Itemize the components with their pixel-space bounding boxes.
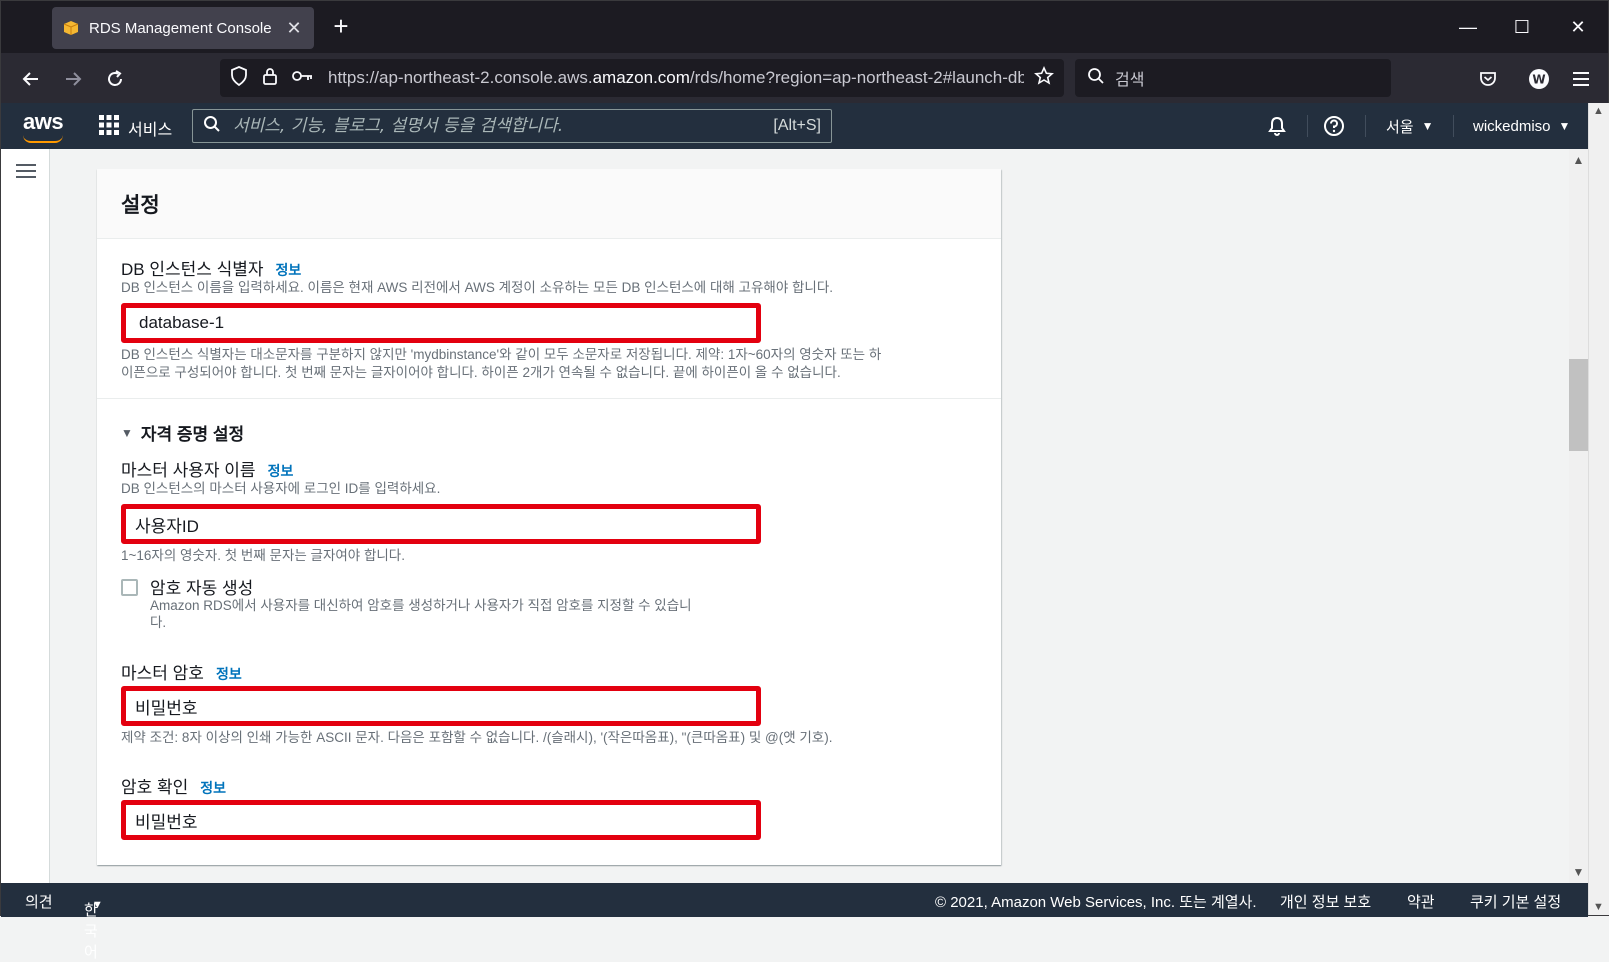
svg-text:W: W [1532, 73, 1545, 87]
region-label: 서울 [1386, 118, 1414, 136]
console-footer: 의견 한국어 ▼ © 2021, Amazon Web Services, Inc… [1, 883, 1588, 961]
forward-arrow-icon[interactable] [57, 63, 89, 95]
page-scroll-down-icon[interactable]: ▼ [1593, 901, 1604, 913]
new-tab-icon[interactable]: + [327, 13, 355, 41]
aws-search-box[interactable]: [Alt+S] [192, 109, 832, 143]
browser-search-bar[interactable]: 검색 [1075, 59, 1391, 97]
scroll-down-icon[interactable]: ▼ [1569, 865, 1588, 881]
tab-title: RDS Management Console [89, 19, 272, 37]
settings-panel: 설정 DB 인스턴스 식별자 정보 DB 인스턴스 이름을 입력하세요. 이름은 … [97, 169, 1001, 865]
db-identifier-value: database-1 [139, 313, 225, 332]
lock-icon[interactable] [262, 66, 278, 91]
content-scrollbar-thumb[interactable] [1569, 359, 1588, 451]
maximize-icon[interactable]: ☐ [1499, 11, 1545, 43]
terms-link[interactable]: 약관 [1407, 891, 1435, 912]
browser-tab[interactable]: RDS Management Console ✕ [52, 7, 314, 49]
db-identifier-hint-1: DB 인스턴스 식별자는 대소문자를 구분하지 않지만 'mydbinstanc… [121, 347, 882, 362]
privacy-link[interactable]: 개인 정보 보호 [1280, 891, 1371, 912]
grid-icon [99, 115, 119, 140]
search-icon [203, 115, 221, 138]
aws-logo[interactable]: aws [23, 109, 64, 143]
master-password-input[interactable]: 비밀번호 [121, 686, 761, 726]
aws-console-header: aws 서비스 [Alt+S] 서울 ▼ wickedmiso ▼ [1, 103, 1588, 149]
db-identifier-description: DB 인스턴스 이름을 입력하세요. 이름은 현재 AWS 리전에서 AWS 계… [121, 280, 833, 295]
master-password-label: 마스터 암호 정보 [121, 664, 242, 683]
info-link[interactable]: 정보 [200, 780, 226, 796]
confirm-password-label: 암호 확인 정보 [121, 778, 227, 797]
auto-password-checkbox[interactable] [121, 579, 138, 596]
search-icon [1087, 67, 1105, 90]
close-tab-icon[interactable]: ✕ [284, 18, 304, 39]
master-username-label: 마스터 사용자 이름 정보 [121, 461, 294, 480]
menu-icon[interactable] [1565, 63, 1597, 95]
db-identifier-label: DB 인스턴스 식별자 정보 [121, 260, 302, 279]
panel-title: 설정 [121, 194, 160, 217]
browser-search-placeholder: 검색 [1115, 72, 1145, 89]
side-nav-rail [1, 149, 50, 883]
reload-icon[interactable] [99, 63, 131, 95]
credentials-section-toggle[interactable]: ▼ 자격 증명 설정 [121, 420, 244, 445]
shield-icon[interactable] [230, 65, 248, 91]
minimize-icon[interactable]: — [1445, 11, 1491, 43]
key-icon[interactable] [292, 69, 314, 88]
info-link[interactable]: 정보 [216, 666, 242, 682]
services-label: 서비스 [128, 121, 173, 139]
account-menu[interactable]: wickedmiso ▼ [1473, 103, 1570, 149]
page-scroll-up-icon[interactable]: ▲ [1593, 105, 1604, 117]
window-close-icon[interactable]: ✕ [1555, 11, 1601, 43]
panel-header: 설정 [97, 169, 1001, 239]
account-name: wickedmiso [1473, 117, 1551, 135]
hamburger-menu-icon[interactable] [16, 163, 36, 179]
confirm-password-input[interactable]: 비밀번호 [121, 800, 761, 840]
credentials-section-title: 자격 증명 설정 [140, 425, 245, 444]
master-password-hint: 제약 조건: 8자 이상의 인쇄 가능한 ASCII 문자. 다음은 포함할 수… [121, 730, 833, 745]
auto-password-description-2: 다. [150, 615, 167, 630]
aws-search-input[interactable] [233, 116, 774, 136]
auto-password-label[interactable]: 암호 자동 생성 [150, 574, 253, 599]
caret-down-icon: ▼ [1421, 119, 1434, 133]
caret-down-icon: ▼ [121, 425, 133, 440]
back-arrow-icon[interactable] [15, 63, 47, 95]
region-selector[interactable]: 서울 ▼ [1386, 103, 1434, 149]
master-username-value: 사용자ID [135, 516, 199, 536]
notifications-bell-icon[interactable] [1266, 103, 1288, 149]
master-username-description: DB 인스턴스의 마스터 사용자에 로그인 ID를 입력하세요. [121, 481, 441, 496]
caret-down-icon: ▼ [92, 899, 103, 911]
db-identifier-input[interactable]: database-1 [121, 303, 761, 343]
feedback-link[interactable]: 의견 [25, 891, 53, 912]
navigation-toolbar: https://ap-northeast-2.console.aws.amazo… [1, 53, 1608, 103]
aws-favicon-icon [62, 19, 80, 37]
content-scrollbar[interactable] [1569, 149, 1588, 883]
auto-password-description-1: Amazon RDS에서 사용자를 대신하여 암호를 생성하거나 사용자가 직접… [150, 598, 692, 613]
info-link[interactable]: 정보 [276, 262, 302, 278]
browser-window: RDS Management Console ✕ + — ☐ ✕ https:/… [0, 0, 1609, 961]
address-bar[interactable]: https://ap-northeast-2.console.aws.amazo… [220, 59, 1064, 97]
master-password-value: 비밀번호 [135, 698, 198, 718]
master-username-input[interactable]: 사용자ID [121, 504, 761, 544]
info-link[interactable]: 정보 [268, 463, 294, 479]
confirm-password-value: 비밀번호 [135, 812, 198, 832]
account-avatar-icon[interactable]: W [1523, 63, 1555, 95]
url-text: https://ap-northeast-2.console.aws.amazo… [328, 68, 1024, 87]
bookmark-star-icon[interactable] [1034, 65, 1054, 91]
page-scrollbar[interactable]: ▲ ▼ [1588, 103, 1609, 915]
help-icon[interactable] [1323, 103, 1345, 149]
search-shortcut-hint: [Alt+S] [773, 117, 821, 134]
services-menu-button[interactable]: 서비스 [99, 115, 172, 140]
cookie-preferences-link[interactable]: 쿠키 기본 설정 [1470, 891, 1561, 912]
caret-down-icon: ▼ [1558, 119, 1571, 133]
db-identifier-hint-2: 이픈으로 구성되어야 합니다. 첫 번째 문자는 글자이어야 합니다. 하이픈 … [121, 365, 841, 380]
copyright-text: © 2021, Amazon Web Services, Inc. 또는 계열사… [935, 894, 1257, 911]
scroll-up-icon[interactable]: ▲ [1569, 153, 1588, 169]
master-username-hint: 1~16자의 영숫자. 첫 번째 문자는 글자여야 합니다. [121, 548, 405, 563]
tab-strip: RDS Management Console ✕ + — ☐ ✕ [1, 1, 1608, 53]
pocket-icon[interactable] [1472, 63, 1504, 95]
